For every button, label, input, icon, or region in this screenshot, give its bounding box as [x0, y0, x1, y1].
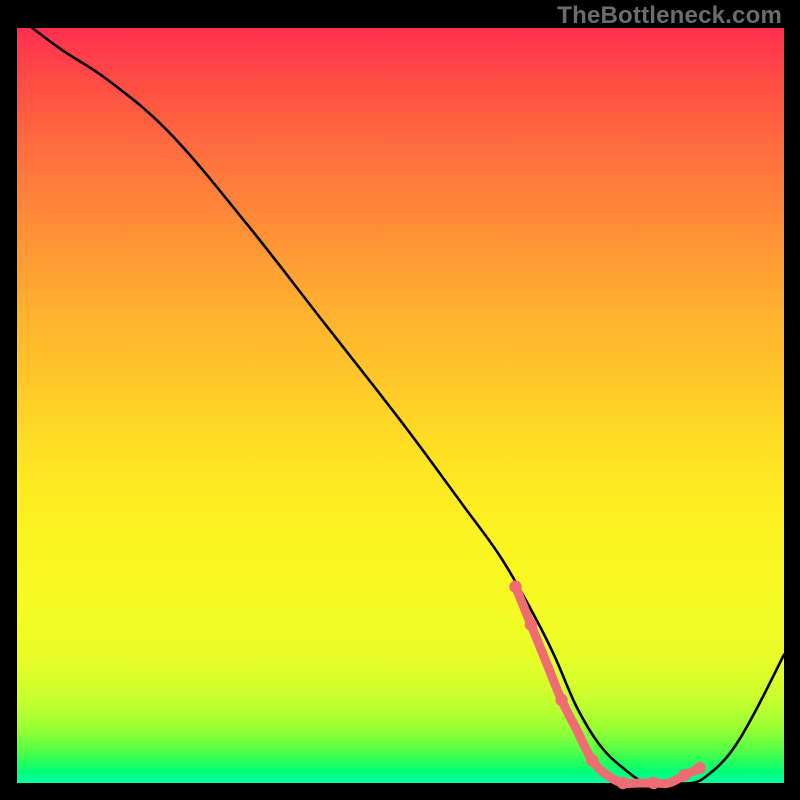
watermark-text: TheBottleneck.com: [557, 2, 782, 30]
bottleneck-curve-line: [32, 28, 784, 784]
curve-layer: [17, 28, 784, 783]
chart-canvas: TheBottleneck.com: [0, 0, 800, 800]
highlight-markers: [509, 581, 705, 790]
